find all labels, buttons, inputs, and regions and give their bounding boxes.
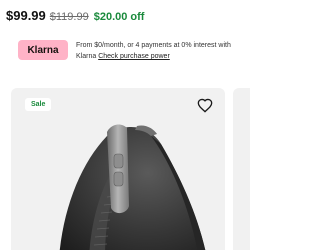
current-price: $99.99 [6, 8, 46, 23]
check-purchase-power-link[interactable]: Check purchase power [98, 53, 170, 60]
next-product-card[interactable] [233, 88, 250, 250]
price-row: $99.99 $119.99 $20.00 off [6, 8, 144, 23]
klarna-financing-message: From $0/month, or 4 payments at 0% inter… [76, 40, 248, 62]
klarna-logo: Klarna [18, 40, 68, 60]
original-price: $119.99 [49, 11, 89, 23]
klarna-logo-text: Klarna [27, 44, 59, 56]
sale-badge: Sale [25, 98, 52, 111]
product-card[interactable]: Sale [11, 88, 225, 250]
product-image[interactable] [11, 88, 225, 250]
savings-amount: $20.00 off [93, 11, 145, 23]
product-page: $99.99 $119.99 $20.00 off Klarna From $0… [0, 0, 250, 250]
heart-icon[interactable] [197, 98, 213, 114]
